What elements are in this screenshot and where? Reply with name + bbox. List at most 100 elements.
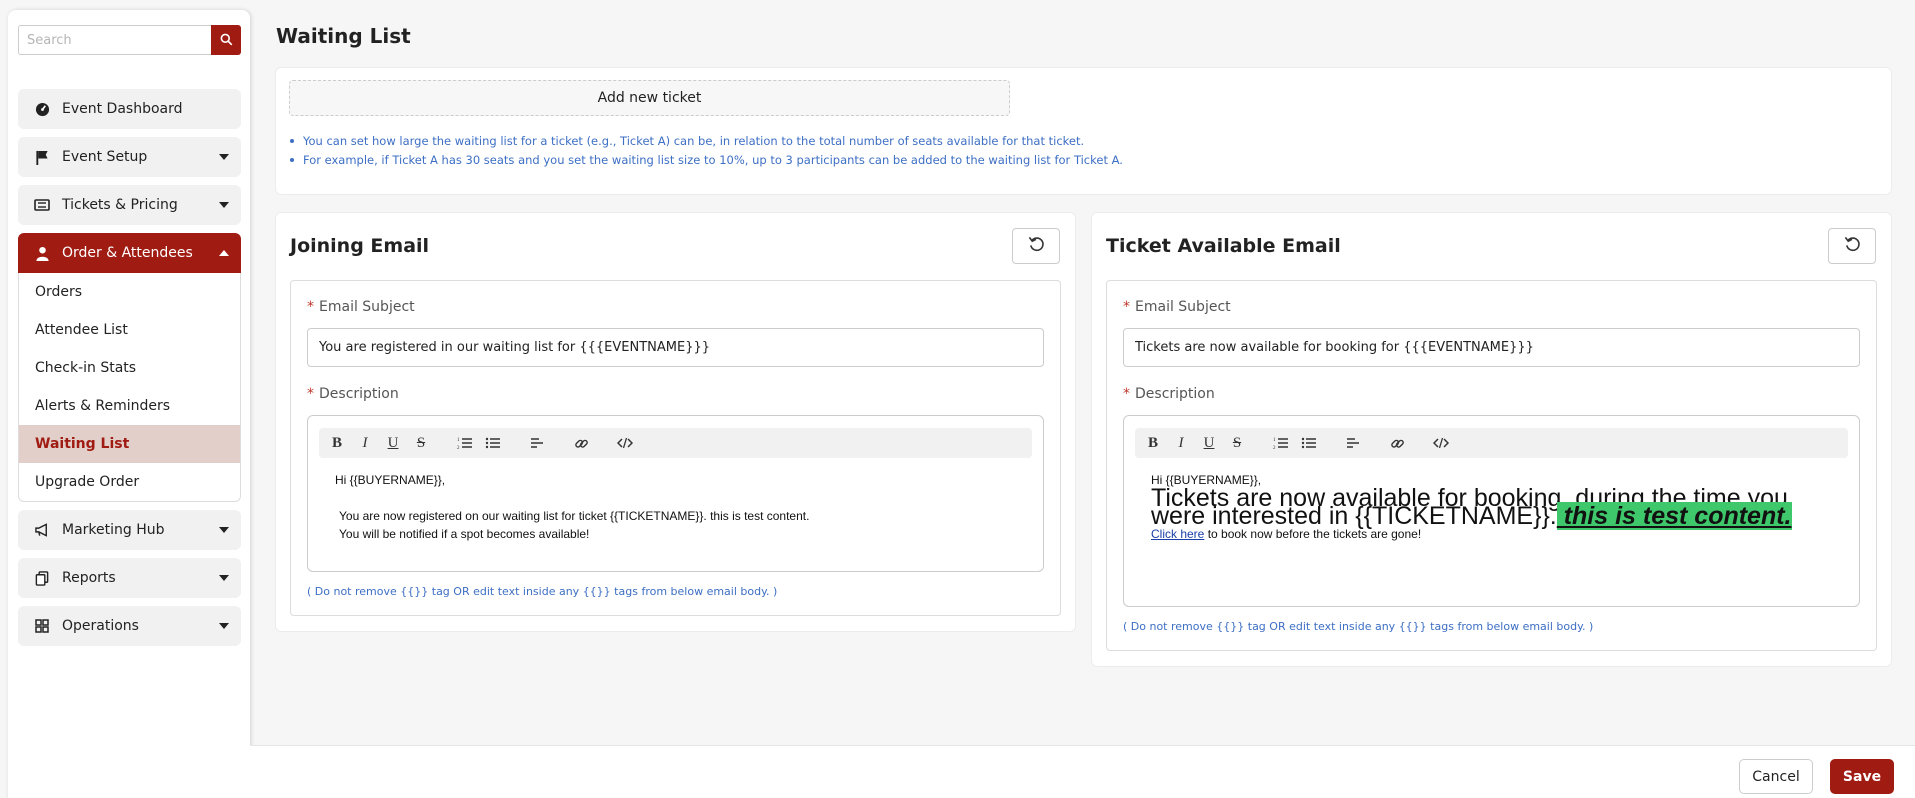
svg-text:2: 2 bbox=[457, 446, 460, 450]
sidebar-subitem-waiting-list[interactable]: Waiting List bbox=[19, 425, 240, 463]
tag-warning-note: ( Do not remove {{}} tag OR edit text in… bbox=[1123, 620, 1594, 633]
strikethrough-icon[interactable]: S bbox=[1227, 433, 1247, 453]
description-editor[interactable]: B I U S 12 Hi {{BUYERNAME}}, You are now… bbox=[307, 415, 1044, 572]
ticket-available-email-card: Ticket Available Email * Email Subject Ti… bbox=[1091, 212, 1892, 667]
sidebar-nav: Event Dashboard Event Setup Tickets & Pr… bbox=[18, 89, 241, 654]
editor-toolbar: B I U S 12 bbox=[319, 428, 1032, 458]
joining-email-form: * Email Subject You are registered in our… bbox=[290, 280, 1061, 616]
reset-icon bbox=[1844, 236, 1861, 257]
svg-text:1: 1 bbox=[457, 438, 460, 443]
ticket-email-title: Ticket Available Email bbox=[1106, 235, 1341, 257]
sidebar: Event Dashboard Event Setup Tickets & Pr… bbox=[8, 10, 250, 798]
bullet-list-icon[interactable] bbox=[1299, 433, 1319, 453]
bold-icon[interactable]: B bbox=[327, 433, 347, 453]
email-subject-input[interactable]: You are registered in our waiting list f… bbox=[307, 328, 1044, 367]
sidebar-item-label: Operations bbox=[62, 618, 139, 634]
sidebar-item-label: Event Dashboard bbox=[62, 101, 183, 117]
reset-icon bbox=[1028, 236, 1045, 257]
italic-icon[interactable]: I bbox=[1171, 433, 1191, 453]
dashboard-icon bbox=[34, 101, 50, 117]
search-input[interactable] bbox=[18, 25, 211, 55]
align-left-icon[interactable] bbox=[527, 433, 547, 453]
ticket-email-form: * Email Subject Tickets are now available… bbox=[1106, 280, 1877, 651]
info-list: You can set how large the waiting list f… bbox=[289, 132, 1123, 170]
info-item: For example, if Ticket A has 30 seats an… bbox=[289, 151, 1123, 170]
email-body-line: You are now registered on our waiting li… bbox=[339, 509, 810, 523]
sidebar-item-order-attendees[interactable]: Order & Attendees bbox=[18, 233, 241, 273]
reset-button[interactable] bbox=[1828, 228, 1876, 264]
caret-down-icon bbox=[219, 200, 229, 210]
underline-icon[interactable]: U bbox=[1199, 433, 1219, 453]
reports-icon bbox=[34, 570, 50, 586]
user-icon bbox=[34, 245, 50, 261]
search-icon bbox=[220, 31, 233, 50]
sidebar-item-event-setup[interactable]: Event Setup bbox=[18, 137, 241, 177]
caret-down-icon bbox=[219, 621, 229, 631]
sidebar-item-label: Order & Attendees bbox=[62, 245, 193, 261]
megaphone-icon bbox=[34, 522, 50, 538]
sidebar-item-label: Event Setup bbox=[62, 149, 148, 165]
caret-up-icon bbox=[219, 248, 229, 258]
sidebar-subitem-upgrade-order[interactable]: Upgrade Order bbox=[19, 463, 240, 501]
description-label: * Description bbox=[307, 386, 399, 402]
caret-down-icon bbox=[219, 573, 229, 583]
italic-icon[interactable]: I bbox=[355, 433, 375, 453]
sidebar-item-label: Reports bbox=[62, 570, 116, 586]
sidebar-item-label: Tickets & Pricing bbox=[62, 197, 178, 213]
strikethrough-icon[interactable]: S bbox=[411, 433, 431, 453]
sidebar-subitem-check-in-stats[interactable]: Check-in Stats bbox=[19, 349, 240, 387]
ticket-icon bbox=[34, 197, 50, 213]
flag-icon bbox=[34, 149, 50, 165]
caret-down-icon bbox=[219, 152, 229, 162]
page-title: Waiting List bbox=[276, 24, 411, 48]
email-body-heading: Tickets are now available for booking, d… bbox=[1151, 484, 1792, 530]
sidebar-item-event-dashboard[interactable]: Event Dashboard bbox=[18, 89, 241, 129]
email-subject-input[interactable]: Tickets are now available for booking fo… bbox=[1123, 328, 1860, 367]
reset-button[interactable] bbox=[1012, 228, 1060, 264]
sidebar-item-label: Marketing Hub bbox=[62, 522, 165, 538]
description-label: * Description bbox=[1123, 386, 1215, 402]
bold-icon[interactable]: B bbox=[1143, 433, 1163, 453]
grid-icon bbox=[34, 618, 50, 634]
description-editor[interactable]: B I U S 12 Hi {{BUYERNAME}}, Tickets are… bbox=[1123, 415, 1860, 607]
waiting-list-card: Add new ticket You can set how large the… bbox=[275, 67, 1892, 195]
code-icon[interactable] bbox=[615, 433, 635, 453]
editor-content[interactable]: Hi {{BUYERNAME}}, Tickets are now availa… bbox=[1151, 471, 1839, 543]
sidebar-subitem-attendee-list[interactable]: Attendee List bbox=[19, 311, 240, 349]
joining-email-title: Joining Email bbox=[290, 235, 430, 257]
sidebar-subnav: Orders Attendee List Check-in Stats Aler… bbox=[18, 273, 241, 502]
highlighted-text: this is test content. bbox=[1556, 502, 1792, 530]
align-left-icon[interactable] bbox=[1343, 433, 1363, 453]
email-greeting: Hi {{BUYERNAME}}, bbox=[335, 473, 446, 487]
link-icon[interactable] bbox=[1387, 433, 1407, 453]
email-subject-label: * Email Subject bbox=[307, 299, 415, 315]
caret-down-icon bbox=[219, 525, 229, 535]
cancel-button[interactable]: Cancel bbox=[1739, 759, 1813, 794]
search-box bbox=[18, 25, 241, 55]
save-button[interactable]: Save bbox=[1830, 759, 1894, 794]
sidebar-item-reports[interactable]: Reports bbox=[18, 558, 241, 598]
sidebar-subitem-orders[interactable]: Orders bbox=[19, 273, 240, 311]
editor-content[interactable]: Hi {{BUYERNAME}}, You are now registered… bbox=[335, 471, 1023, 543]
joining-email-card: Joining Email * Email Subject You are reg… bbox=[275, 212, 1076, 632]
bullet-list-icon[interactable] bbox=[483, 433, 503, 453]
click-here-link[interactable]: Click here bbox=[1151, 527, 1204, 541]
sidebar-item-tickets-pricing[interactable]: Tickets & Pricing bbox=[18, 185, 241, 225]
search-button[interactable] bbox=[211, 25, 241, 55]
code-icon[interactable] bbox=[1431, 433, 1451, 453]
sidebar-subitem-alerts-reminders[interactable]: Alerts & Reminders bbox=[19, 387, 240, 425]
underline-icon[interactable]: U bbox=[383, 433, 403, 453]
tag-warning-note: ( Do not remove {{}} tag OR edit text in… bbox=[307, 585, 778, 598]
email-subject-label: * Email Subject bbox=[1123, 299, 1231, 315]
footer-bar: Cancel Save bbox=[250, 745, 1915, 798]
svg-text:2: 2 bbox=[1273, 446, 1276, 450]
add-new-ticket-button[interactable]: Add new ticket bbox=[289, 80, 1010, 116]
link-icon[interactable] bbox=[571, 433, 591, 453]
ordered-list-icon[interactable]: 12 bbox=[1271, 433, 1291, 453]
ordered-list-icon[interactable]: 12 bbox=[455, 433, 475, 453]
email-body-line: You will be notified if a spot becomes a… bbox=[339, 527, 590, 541]
sidebar-item-marketing-hub[interactable]: Marketing Hub bbox=[18, 510, 241, 550]
info-item: You can set how large the waiting list f… bbox=[289, 132, 1123, 151]
sidebar-item-operations[interactable]: Operations bbox=[18, 606, 241, 646]
editor-toolbar: B I U S 12 bbox=[1135, 428, 1848, 458]
